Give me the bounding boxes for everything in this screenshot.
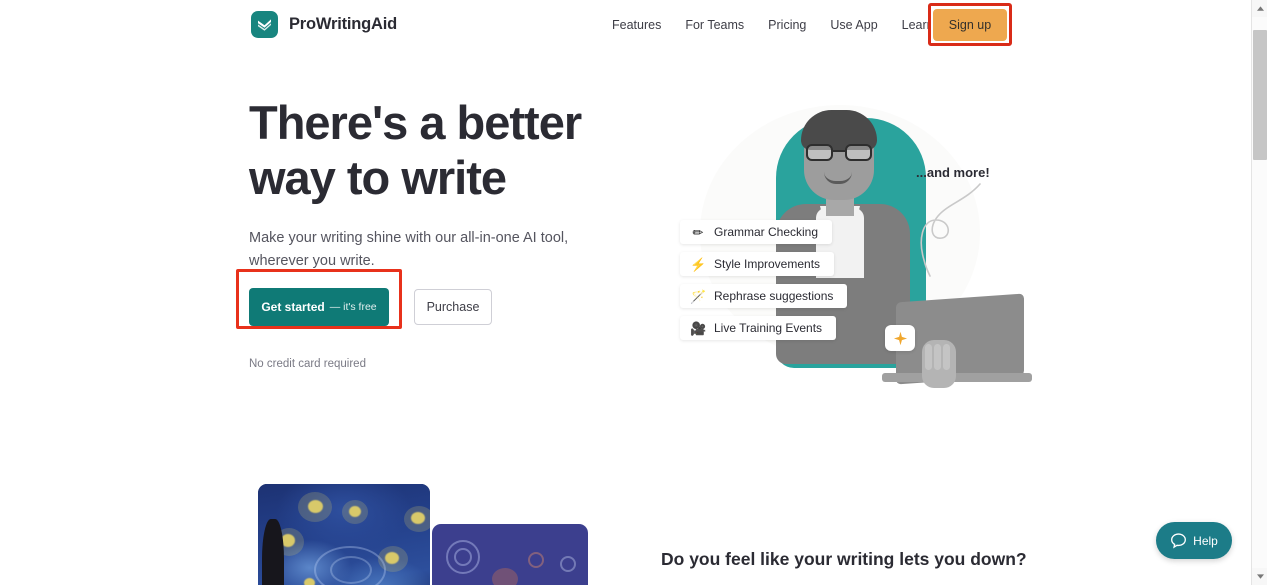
- video-camera-icon: 🎥: [690, 320, 707, 336]
- sparkle-icon: [893, 331, 907, 345]
- pen-icon: ✏: [692, 224, 704, 240]
- help-widget-button[interactable]: Help: [1156, 522, 1232, 559]
- feature-chip-list: ✏ Grammar Checking ⚡ Style Improvements …: [680, 220, 848, 348]
- feature-chip-label: Live Training Events: [714, 321, 823, 335]
- nav-item-pricing[interactable]: Pricing: [756, 0, 818, 50]
- nav-item-for-teams[interactable]: For Teams: [673, 0, 756, 50]
- glasses-icon: [806, 144, 872, 161]
- nav-item-features[interactable]: Features: [600, 0, 673, 50]
- sign-up-button[interactable]: Sign up: [933, 8, 1007, 41]
- magic-wand-icon: 🪄: [690, 288, 707, 304]
- cypress-tree: [262, 519, 284, 585]
- get-started-sublabel: — it's free: [329, 301, 377, 313]
- starry-night-artwork: [258, 484, 430, 585]
- get-started-button[interactable]: Get started — it's free: [249, 288, 389, 326]
- feature-chip-label: Rephrase suggestions: [714, 289, 834, 303]
- site-header: ProWritingAid Features For Teams Pricing…: [0, 0, 1251, 50]
- hero-cta-row: Get started — it's free Purchase: [236, 269, 492, 329]
- laptop-base: [882, 373, 1032, 382]
- curly-arrow-icon: [920, 183, 981, 277]
- help-label: Help: [1193, 533, 1218, 548]
- prowritingaid-logo-icon: [251, 11, 278, 38]
- brand-logo-link[interactable]: ProWritingAid: [251, 11, 397, 38]
- scroll-down-arrow-icon[interactable]: [1252, 568, 1267, 585]
- simplified-blue-artwork: [432, 524, 588, 585]
- scroll-up-arrow-icon[interactable]: [1252, 0, 1267, 17]
- feature-chip-style-improvements: ⚡ Style Improvements: [680, 252, 835, 276]
- hero-copy: There's a better way to write Make your …: [236, 95, 589, 370]
- browser-page: ProWritingAid Features For Teams Pricing…: [0, 0, 1267, 585]
- and-more-label: ...and more!: [916, 165, 990, 180]
- lightning-bolt-icon: ⚡: [690, 256, 707, 272]
- chat-bubble-icon: [1171, 533, 1187, 549]
- person-hand: [922, 340, 956, 388]
- page-scrollbar[interactable]: [1251, 0, 1267, 585]
- hero-illustration: ...and more! ✏ Grammar Checking ⚡ Style …: [660, 85, 1032, 388]
- get-started-label: Get started: [261, 300, 325, 314]
- scrollbar-thumb[interactable]: [1253, 30, 1267, 160]
- feature-chip-label: Grammar Checking: [714, 225, 819, 239]
- no-credit-card-note: No credit card required: [249, 358, 366, 370]
- feature-chip-label: Style Improvements: [714, 257, 821, 271]
- section-question: Do you feel like your writing lets you d…: [661, 549, 1027, 569]
- purchase-button[interactable]: Purchase: [414, 289, 492, 325]
- sparkle-badge: [885, 325, 915, 351]
- laptop-graphic: [896, 293, 1024, 385]
- brand-name: ProWritingAid: [289, 15, 398, 33]
- feature-chip-grammar-checking: ✏ Grammar Checking: [680, 220, 833, 244]
- sign-up-highlight-box: Sign up: [928, 3, 1012, 46]
- feature-chip-rephrase-suggestions: 🪄 Rephrase suggestions: [680, 284, 848, 308]
- feature-chip-live-training-events: 🎥 Live Training Events: [680, 316, 837, 340]
- hero-subheading: Make your writing shine with our all-in-…: [249, 230, 569, 269]
- page-viewport: ProWritingAid Features For Teams Pricing…: [0, 0, 1251, 585]
- nav-item-use-app[interactable]: Use App: [818, 0, 889, 50]
- page-title: There's a better way to write: [249, 96, 582, 204]
